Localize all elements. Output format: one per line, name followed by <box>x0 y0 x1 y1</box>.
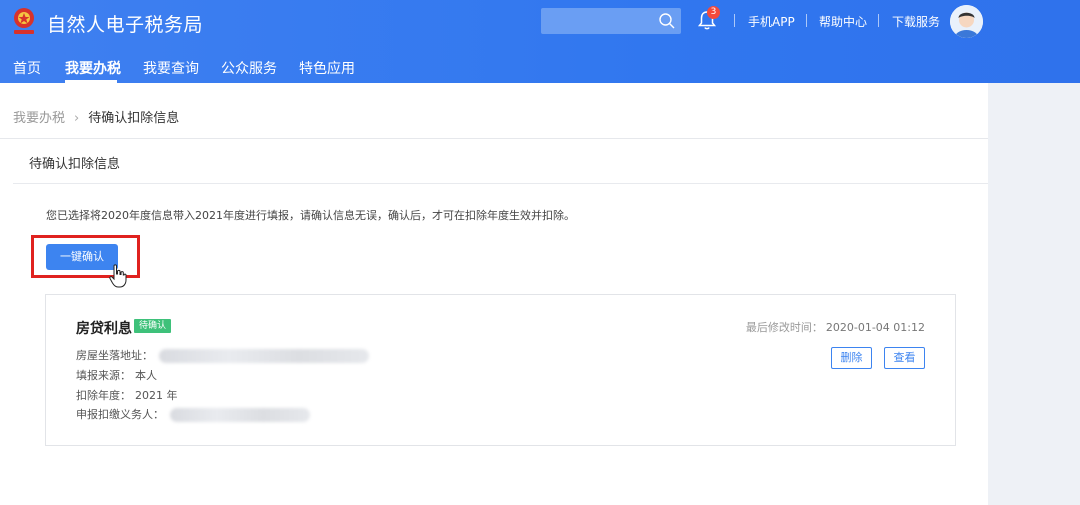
year-value: 2021 年 <box>135 389 178 402</box>
nav-special-apps[interactable]: 特色应用 <box>299 58 355 78</box>
avatar-icon <box>950 5 983 38</box>
year-row: 扣除年度： 2021 年 <box>76 387 178 403</box>
blurred-withholder <box>170 408 310 422</box>
blurred-address <box>159 349 369 363</box>
user-avatar[interactable] <box>950 5 983 38</box>
search-icon[interactable] <box>658 12 676 30</box>
last-modified: 最后修改时间： 2020-01-04 01:12 <box>746 319 925 335</box>
top-header: 自然人电子税务局 3 手机APP 帮助中心 下载服务 首页 我要办税 我要查询 … <box>0 0 1080 83</box>
delete-button[interactable]: 删除 <box>831 347 872 369</box>
view-button[interactable]: 查看 <box>884 347 925 369</box>
main-content: 我要办税 › 待确认扣除信息 待确认扣除信息 您已选择将2020年度信息带入2021… <box>0 83 988 505</box>
nav-query[interactable]: 我要查询 <box>143 58 199 78</box>
nav-home[interactable]: 首页 <box>13 58 41 78</box>
chevron-right-icon: › <box>74 111 80 126</box>
source-value: 本人 <box>135 369 157 382</box>
source-label: 填报来源： <box>76 369 131 382</box>
status-badge: 待确认 <box>134 319 172 333</box>
mobile-app-link[interactable]: 手机APP <box>748 13 795 30</box>
address-label: 房屋坐落地址： <box>76 349 153 362</box>
nav-public-service[interactable]: 公众服务 <box>221 58 277 78</box>
notice-text: 您已选择将2020年度信息带入2021年度进行填报，请确认信息无误，确认后，才可… <box>46 209 575 222</box>
panel-body: 您已选择将2020年度信息带入2021年度进行填报，请确认信息无误，确认后，才可… <box>13 184 988 505</box>
modified-value: 2020-01-04 01:12 <box>825 321 925 334</box>
year-label: 扣除年度： <box>76 389 131 402</box>
divider <box>734 14 735 27</box>
one-click-confirm-button[interactable]: 一键确认 <box>46 244 118 270</box>
help-center-link[interactable]: 帮助中心 <box>819 13 867 30</box>
search-input[interactable] <box>541 8 681 34</box>
breadcrumb: 我要办税 › 待确认扣除信息 <box>13 107 179 126</box>
page-gutter <box>988 83 1080 505</box>
withholder-label: 申报扣缴义务人： <box>76 408 164 421</box>
panel-title: 待确认扣除信息 <box>29 157 121 172</box>
modified-label: 最后修改时间： <box>745 321 823 334</box>
hand-cursor-icon <box>109 264 127 288</box>
breadcrumb-current: 待确认扣除信息 <box>88 111 180 126</box>
nav-tax-handling[interactable]: 我要办税 <box>65 58 121 78</box>
site-title: 自然人电子税务局 <box>47 14 204 36</box>
source-row: 填报来源： 本人 <box>76 367 157 383</box>
panel-header: 待确认扣除信息 <box>13 139 988 184</box>
tax-emblem-logo <box>14 8 34 34</box>
notification-count-badge: 3 <box>707 6 720 19</box>
deduction-card: 房贷利息 待确认 最后修改时间： 2020-01-04 01:12 房屋坐落地址：… <box>45 294 956 446</box>
card-title: 房贷利息 <box>76 321 132 337</box>
withholder-row: 申报扣缴义务人： <box>76 406 310 422</box>
divider <box>806 14 807 27</box>
divider <box>878 14 879 27</box>
address-row: 房屋坐落地址： <box>76 347 369 363</box>
breadcrumb-parent[interactable]: 我要办税 <box>13 111 65 126</box>
download-service-link[interactable]: 下载服务 <box>892 13 940 30</box>
